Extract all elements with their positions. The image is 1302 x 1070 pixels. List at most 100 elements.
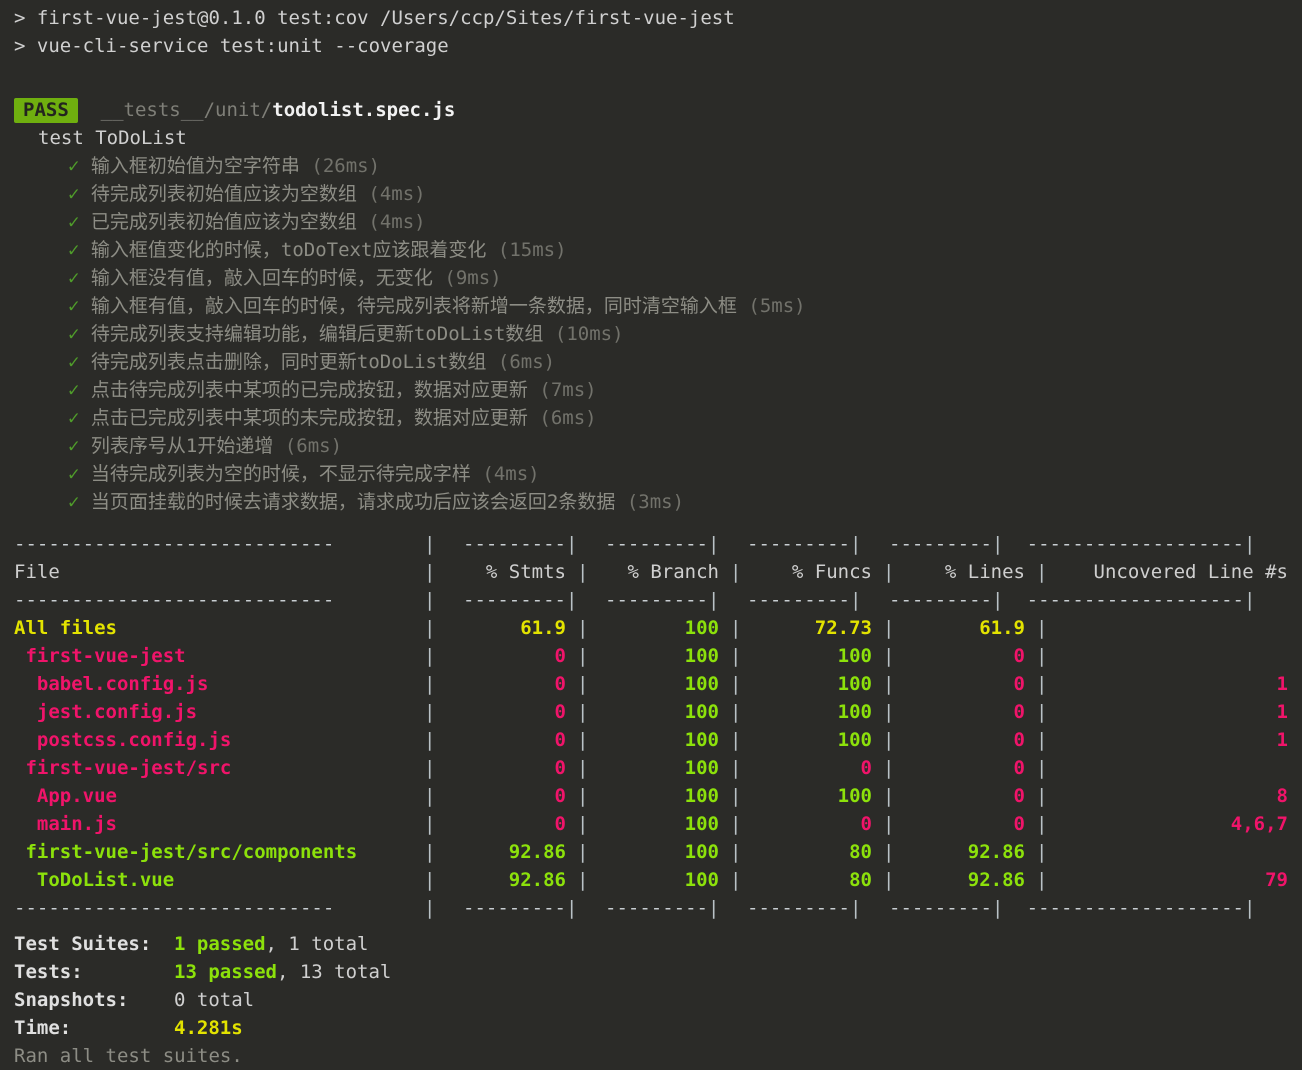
cell-stmts: 61.9 <box>520 617 566 639</box>
cell-stmts: 0 <box>554 645 566 667</box>
table-column-divider: | <box>883 561 895 583</box>
table-column-divider: | <box>708 589 720 611</box>
cell-file[interactable]: All files <box>14 614 424 642</box>
separator-branch: --------- <box>605 533 708 555</box>
table-column-divider: | <box>424 533 436 555</box>
table-column-divider: | <box>1036 701 1048 723</box>
test-result-row: ✓ 待完成列表初始值应该为空数组 (4ms) <box>0 180 1302 208</box>
cell-file[interactable]: jest.config.js <box>14 698 424 726</box>
test-duration: (6ms) <box>539 407 597 429</box>
table-column-divider: | <box>850 533 862 555</box>
summary-time-label: Time: <box>14 1017 72 1039</box>
cell-file[interactable]: first-vue-jest/src <box>14 754 424 782</box>
test-result-row: ✓ 输入框值变化的时候，toDoText应该跟着变化 (15ms) <box>0 236 1302 264</box>
table-column-divider: | <box>577 813 589 835</box>
table-column-divider: | <box>424 869 436 891</box>
check-icon: ✓ <box>68 183 80 205</box>
table-row: first-vue-jest|0|100|100|0|| <box>14 642 1302 670</box>
suite-path-prefix: __tests__/unit/ <box>100 99 273 121</box>
test-duration: (26ms) <box>311 155 381 177</box>
column-header-branch: % Branch <box>627 561 719 583</box>
cell-lines: 0 <box>1013 645 1025 667</box>
table-header-row: File | % Stmts | % Branch | % Funcs | % Lines | Un… <box>14 558 1302 586</box>
test-result-row: ✓ 点击已完成列表中某项的未完成按钮，数据对应更新 (6ms) <box>0 404 1302 432</box>
suite-header-row: PASS __tests__/unit/todolist.spec.js <box>0 96 1302 124</box>
table-column-divider: | <box>1036 645 1048 667</box>
separator-file: ---------------------------- <box>14 533 335 555</box>
separator-lines: --------- <box>889 897 992 919</box>
summary-test-suites-total: , 1 total <box>265 933 369 955</box>
table-column-divider: | <box>577 645 589 667</box>
separator-funcs: --------- <box>747 589 850 611</box>
test-name: 待完成列表点击删除，同时更新toDoList数组 <box>90 351 487 373</box>
table-column-divider: | <box>1036 673 1048 695</box>
separator-stmts: --------- <box>463 533 566 555</box>
summary-time-value: 4.281s <box>174 1017 243 1039</box>
table-column-divider: | <box>730 617 742 639</box>
table-column-divider: | <box>577 673 589 695</box>
test-duration: (9ms) <box>444 267 502 289</box>
cell-branch: 100 <box>684 729 719 751</box>
cell-branch: 100 <box>684 869 719 891</box>
summary-tests-row: Tests: 13 passed, 13 total <box>14 958 1302 986</box>
test-duration: (7ms) <box>539 379 597 401</box>
cell-stmts: 92.86 <box>508 841 566 863</box>
table-column-divider: | <box>730 869 742 891</box>
table-column-divider: | <box>708 897 720 919</box>
summary-tests-total: , 13 total <box>276 961 392 983</box>
test-result-row: ✓ 待完成列表点击删除，同时更新toDoList数组 (6ms) <box>0 348 1302 376</box>
cell-funcs: 100 <box>837 729 872 751</box>
summary-snapshots-label: Snapshots: <box>14 989 129 1011</box>
test-result-row: ✓ 输入框初始值为空字符串 (26ms) <box>0 152 1302 180</box>
cell-file[interactable]: ToDoList.vue <box>14 866 424 894</box>
table-column-divider: | <box>730 757 742 779</box>
table-column-divider: | <box>1036 841 1048 863</box>
summary-tests-passed: 13 passed <box>174 961 277 983</box>
cell-file[interactable]: main.js <box>14 810 424 838</box>
cell-file[interactable]: first-vue-jest/src/components <box>14 838 424 866</box>
table-column-divider: | <box>1244 897 1256 919</box>
table-column-divider: | <box>883 813 895 835</box>
table-column-divider: | <box>424 757 436 779</box>
test-result-row: ✓ 待完成列表支持编辑功能，编辑后更新toDoList数组 (10ms) <box>0 320 1302 348</box>
cell-lines: 0 <box>1013 701 1025 723</box>
test-duration: (3ms) <box>626 491 685 513</box>
summary-tests-label: Tests: <box>14 961 83 983</box>
table-column-divider: | <box>577 617 589 639</box>
table-column-divider: | <box>577 729 589 751</box>
column-header-file: File <box>14 561 60 583</box>
cell-file[interactable]: first-vue-jest <box>14 642 424 670</box>
table-column-divider: | <box>883 757 895 779</box>
test-name: 当页面挂载的时候去请求数据，请求成功后应该会返回2条数据 <box>90 491 616 513</box>
summary-block: Test Suites: 1 passed, 1 total Tests: 13 p… <box>0 930 1302 1070</box>
cell-file[interactable]: App.vue <box>14 782 424 810</box>
suite-file-name[interactable]: todolist.spec.js <box>272 99 455 121</box>
test-duration: (4ms) <box>368 211 426 233</box>
table-row: ToDoList.vue|92.86|100|80|92.86|79| <box>14 866 1302 894</box>
table-row: All files|61.9|100|72.73|61.9|| <box>14 614 1302 642</box>
separator-uncovered: ------------------- <box>1026 897 1244 919</box>
table-row: first-vue-jest/src|0|100|0|0|| <box>14 754 1302 782</box>
cell-branch: 100 <box>684 813 719 835</box>
table-column-divider: | <box>566 589 578 611</box>
table-row: App.vue|0|100|100|0|8| <box>14 782 1302 810</box>
test-name: 输入框初始值为空字符串 <box>90 155 300 177</box>
cell-uncovered: 8 <box>1276 785 1288 807</box>
table-column-divider: | <box>992 897 1004 919</box>
cell-branch: 100 <box>684 841 719 863</box>
cell-stmts: 0 <box>554 813 566 835</box>
table-column-divider: | <box>577 869 589 891</box>
separator-lines: --------- <box>889 533 992 555</box>
summary-test-suites-label: Test Suites: <box>14 933 152 955</box>
column-header-funcs: % Funcs <box>791 561 872 583</box>
test-result-row: ✓ 已完成列表初始值应该为空数组 (4ms) <box>0 208 1302 236</box>
separator-uncovered: ------------------- <box>1026 589 1244 611</box>
summary-test-suites-row: Test Suites: 1 passed, 1 total <box>14 930 1302 958</box>
test-result-row: ✓ 列表序号从1开始递增 (6ms) <box>0 432 1302 460</box>
cell-file[interactable]: babel.config.js <box>14 670 424 698</box>
cell-file[interactable]: postcss.config.js <box>14 726 424 754</box>
cell-uncovered: 1 <box>1276 701 1288 723</box>
cell-lines: 0 <box>1013 673 1025 695</box>
